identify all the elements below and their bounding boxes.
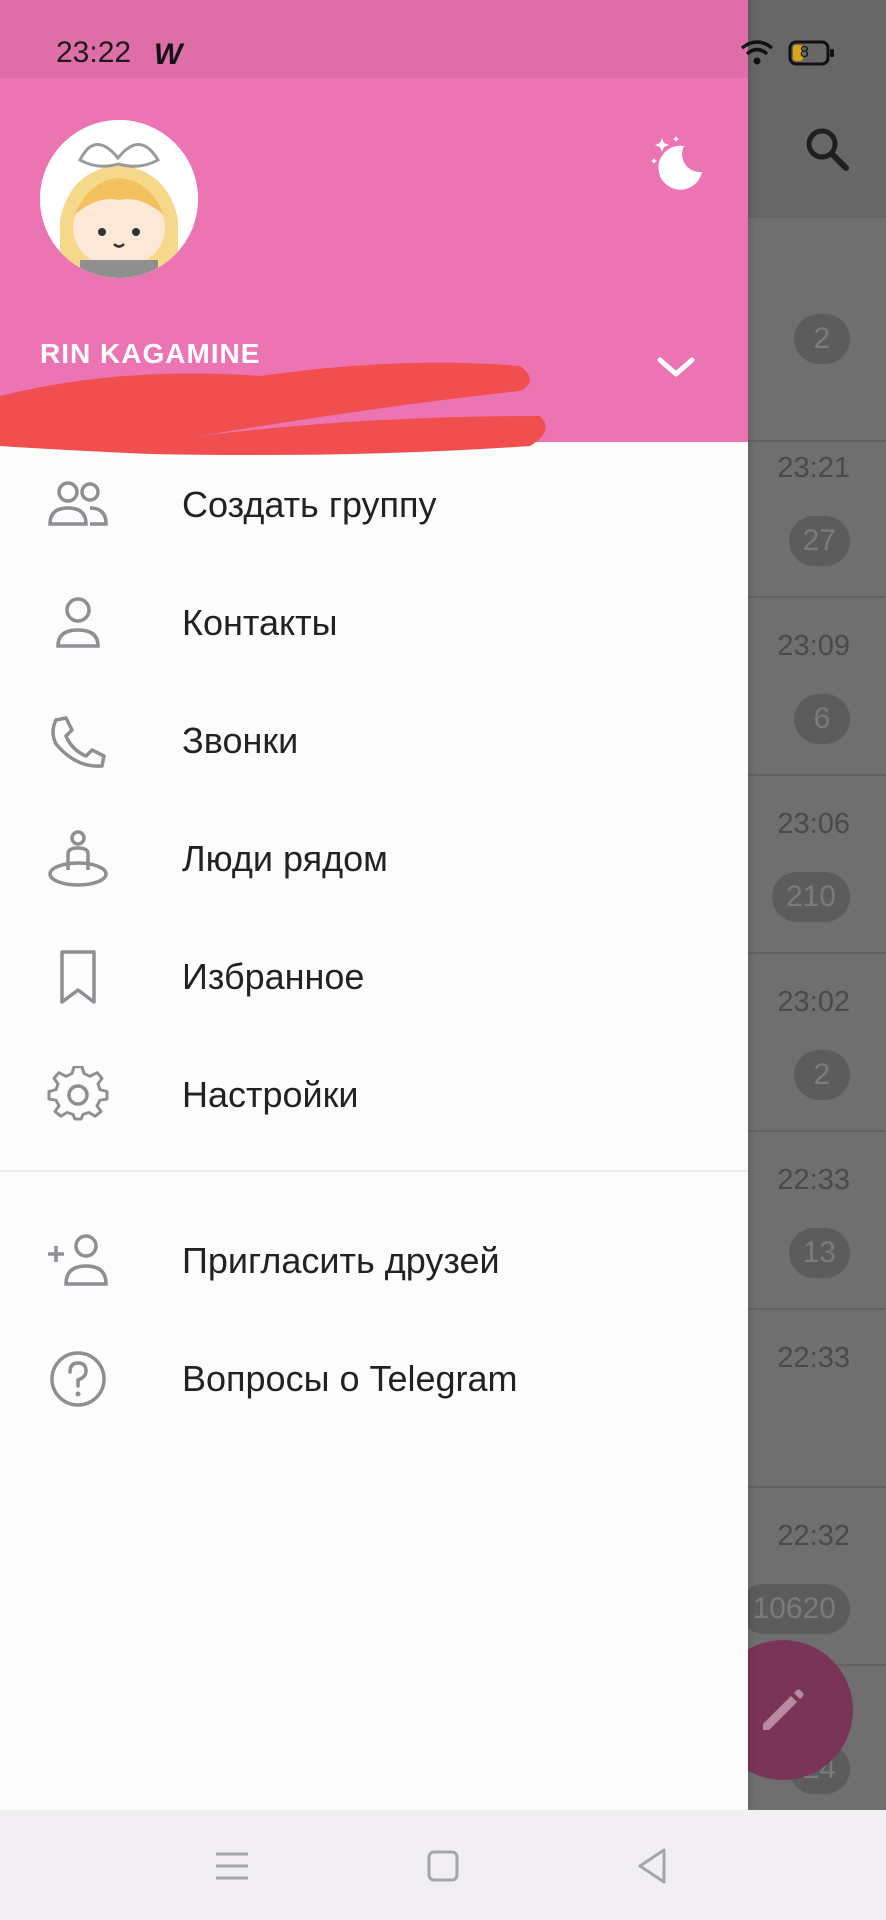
unread-badge: 210	[771, 872, 850, 922]
avatar[interactable]	[40, 120, 198, 278]
pencil-icon	[763, 1689, 804, 1730]
chat-time: 23:06	[777, 808, 850, 840]
unread-badge: 6	[794, 694, 850, 744]
menu-item-label: Избранное	[182, 956, 365, 997]
menu-item-label: Создать группу	[182, 484, 437, 525]
drawer-header: 23:22 W RIN KAGAMINE	[0, 0, 748, 455]
night-mode-icon[interactable]	[644, 132, 706, 194]
status-time: 23:22	[56, 36, 132, 69]
help-icon	[50, 1351, 106, 1407]
menu-item-calls[interactable]: Звонки	[0, 682, 748, 800]
wifi-icon	[740, 40, 774, 65]
menu-icon[interactable]	[212, 1846, 252, 1886]
drawer-menu: Создать группу Контакты Звонки Люди рядо…	[0, 446, 748, 1438]
menu-divider	[0, 1170, 748, 1172]
menu-item-contacts[interactable]: Контакты	[0, 564, 748, 682]
chat-row[interactable]: 23:09 6	[748, 598, 886, 776]
home-icon[interactable]	[423, 1846, 463, 1886]
menu-item-new-group[interactable]: Создать группу	[0, 446, 748, 564]
unread-badge: 2	[794, 314, 850, 364]
chevron-down-icon[interactable]	[656, 354, 696, 380]
chat-time: 23:02	[777, 986, 850, 1018]
chat-time: 22:33	[777, 1164, 850, 1196]
menu-item-people-nearby[interactable]: Люди рядом	[0, 800, 748, 918]
status-bar: 23:22 W	[0, 0, 748, 78]
back-icon[interactable]	[634, 1846, 674, 1886]
chat-row[interactable]: 23:06 210	[748, 776, 886, 954]
menu-item-label: Звонки	[182, 720, 299, 761]
status-icons	[740, 40, 834, 66]
menu-item-telegram-faq[interactable]: Вопросы о Telegram	[0, 1320, 748, 1438]
menu-item-label: Пригласить друзей	[182, 1240, 500, 1281]
bookmark-icon	[60, 950, 96, 1004]
app-notification-icon: W	[154, 38, 183, 71]
chat-row[interactable]: 2	[748, 264, 886, 442]
chat-row[interactable]: 23:02 2	[748, 954, 886, 1132]
system-navigation-bar	[0, 1810, 886, 1920]
chat-time: 23:21	[777, 452, 850, 484]
chat-row[interactable]: 22:32 10620	[738, 1488, 886, 1666]
navigation-drawer: 23:22 W RIN KAGAMINE Создать группу Конт…	[0, 0, 748, 1810]
phone-icon	[51, 716, 106, 768]
group-icon	[48, 481, 108, 526]
chat-row[interactable]: 22:33	[748, 1310, 886, 1488]
unread-badge: 13	[788, 1228, 850, 1278]
menu-item-label: Контакты	[182, 602, 338, 643]
avatar-image	[40, 120, 198, 278]
menu-item-label: Люди рядом	[182, 838, 388, 879]
chat-time: 23:09	[777, 630, 850, 662]
search-icon[interactable]	[802, 124, 850, 172]
menu-item-saved[interactable]: Избранное	[0, 918, 748, 1036]
menu-item-settings[interactable]: Настройки	[0, 1036, 748, 1154]
unread-badge: 10620	[738, 1584, 850, 1634]
people-nearby-icon	[48, 830, 108, 887]
menu-item-label: Настройки	[182, 1074, 359, 1115]
battery-level: 8	[800, 44, 809, 61]
contact-icon	[56, 597, 100, 648]
chat-row[interactable]: 22:33 13	[748, 1132, 886, 1310]
unread-badge: 27	[788, 516, 850, 566]
chat-time: 22:32	[777, 1520, 850, 1552]
gear-icon	[47, 1066, 109, 1121]
menu-item-label: Вопросы о Telegram	[182, 1358, 518, 1399]
chat-row[interactable]: 23:21 27	[748, 420, 886, 598]
battery-icon	[788, 40, 834, 66]
invite-user-icon	[48, 1234, 108, 1286]
menu-item-invite-friends[interactable]: Пригласить друзей	[0, 1202, 748, 1320]
unread-badge: 2	[794, 1050, 850, 1100]
chat-time: 22:33	[777, 1342, 850, 1374]
